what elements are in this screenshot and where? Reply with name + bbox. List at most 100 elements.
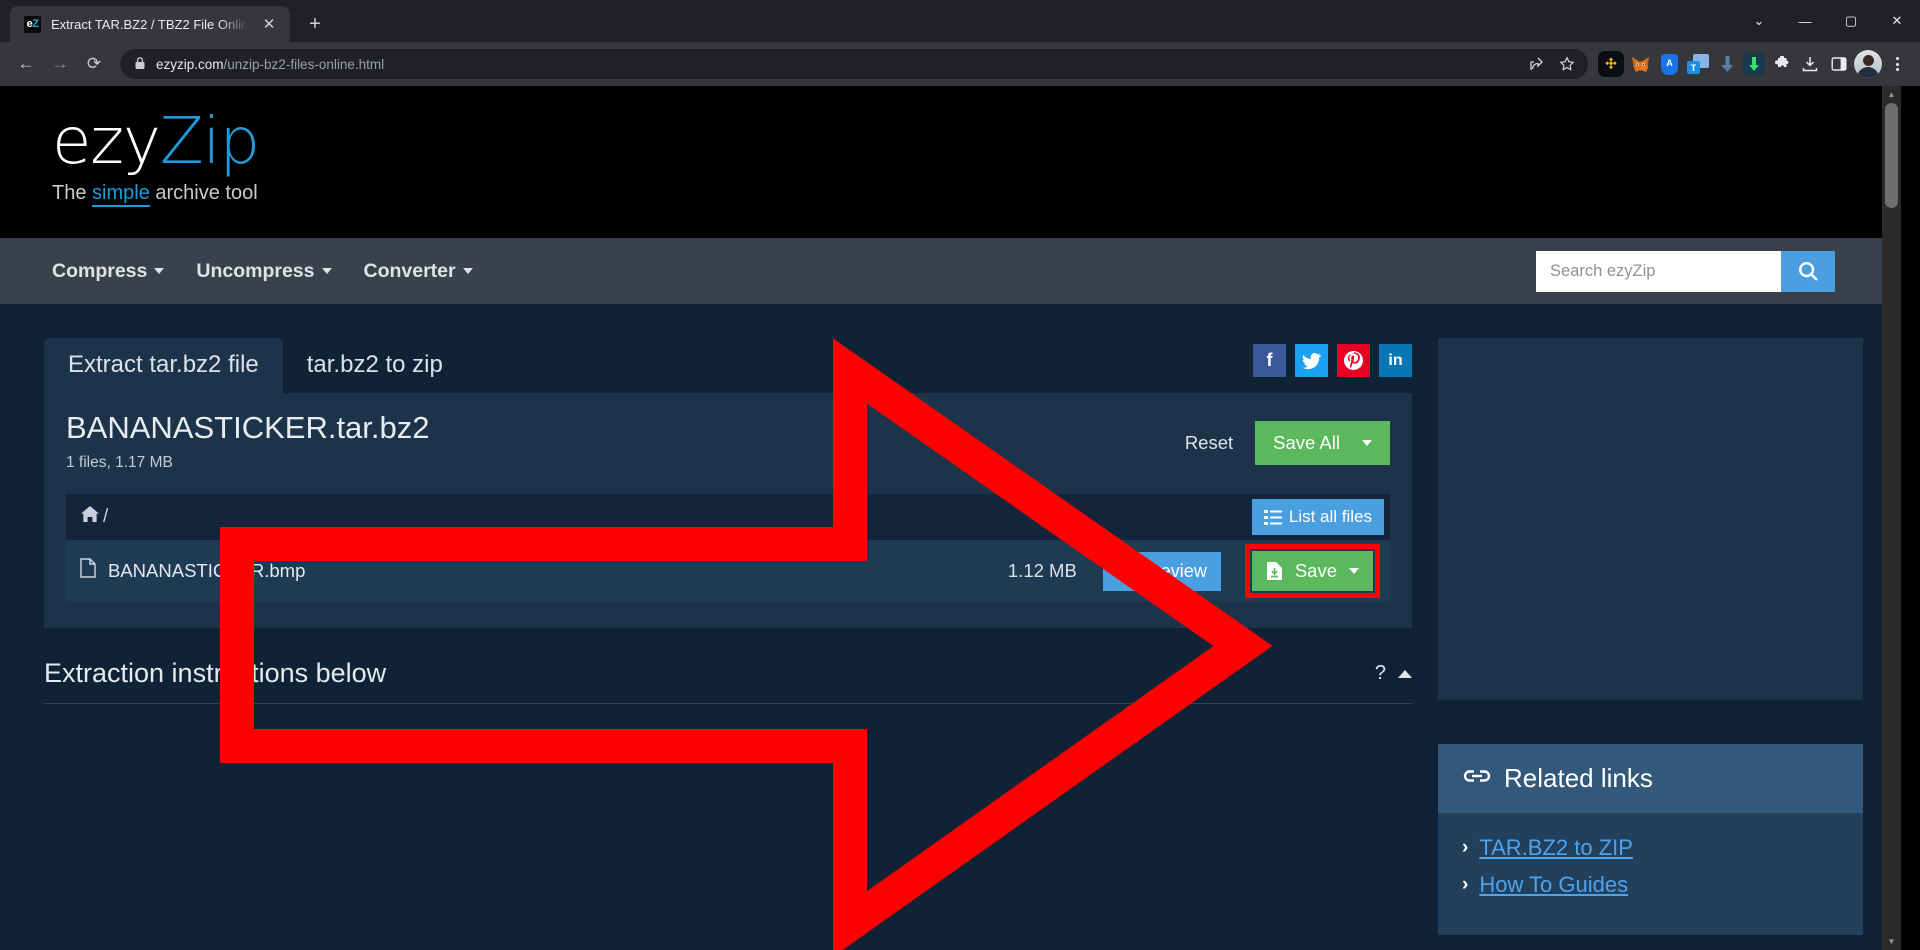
scroll-down-arrow[interactable]: ▼ (1882, 933, 1901, 950)
chrome-menu-chevron-icon[interactable]: ⌄ (1736, 0, 1782, 42)
doc-t-badge: T (1687, 54, 1709, 74)
forward-button[interactable]: → (44, 48, 76, 80)
lock-icon (134, 56, 146, 73)
nav-label-uncompress: Uncompress (196, 259, 315, 282)
chevron-down-icon (462, 268, 473, 274)
file-size: 1.12 MB (1007, 560, 1077, 582)
window-maximize-button[interactable]: ▢ (1828, 0, 1874, 42)
blue-shield-extension-icon[interactable]: A (1656, 51, 1682, 77)
search-input[interactable] (1536, 250, 1781, 292)
metamask-extension-icon[interactable] (1627, 51, 1653, 77)
page-scrollbar[interactable]: ▲ ▼ (1882, 86, 1901, 950)
archive-actions: Reset Save All (1185, 411, 1390, 465)
help-icon[interactable]: ? (1375, 662, 1386, 685)
window-controls: ⌄ — ▢ ✕ (1736, 0, 1920, 42)
window-minimize-button[interactable]: — (1782, 0, 1828, 42)
scroll-up-arrow[interactable]: ▲ (1882, 86, 1901, 103)
browser-tab[interactable]: eZ Extract TAR.BZ2 / TBZ2 File Onlin ✕ (10, 6, 290, 42)
back-button[interactable]: ← (10, 48, 42, 80)
side-panel-icon[interactable] (1826, 51, 1852, 77)
favicon-letter-z: Z (32, 17, 39, 30)
pinterest-share-icon[interactable] (1337, 344, 1370, 377)
download-green-arrow-icon[interactable] (1743, 53, 1765, 75)
chrome-menu-button[interactable] (1884, 50, 1910, 78)
tab-tarbz2-to-zip[interactable]: tar.bz2 to zip (283, 338, 467, 393)
site-header: ezyZip The simple archive tool (0, 86, 1901, 238)
file-document-icon (80, 558, 96, 584)
share-icon[interactable] (1524, 51, 1550, 77)
instructions-controls: ? (1375, 662, 1412, 685)
save-all-button[interactable]: Save All (1255, 421, 1390, 465)
tab-close-icon[interactable]: ✕ (258, 13, 280, 35)
logo-part-ezy: ezy (52, 105, 161, 179)
bookmark-star-icon[interactable] (1554, 51, 1580, 77)
search-icon (1118, 563, 1134, 579)
save-file-button[interactable]: Save (1251, 551, 1373, 592)
avatar-head (1862, 55, 1874, 66)
save-file-icon (1266, 562, 1282, 581)
save-button-highlight: Save (1244, 544, 1380, 599)
breadcrumb: / List all files (66, 494, 1390, 541)
omnibox-actions (1524, 51, 1580, 77)
scroll-thumb[interactable] (1885, 103, 1898, 208)
related-link-tarbz2-to-zip[interactable]: TAR.BZ2 to ZIP (1479, 835, 1633, 861)
site-logo[interactable]: ezyZip (52, 110, 1901, 174)
reset-button[interactable]: Reset (1185, 432, 1233, 454)
nav-item-compress[interactable]: Compress (52, 260, 165, 283)
list-all-files-button[interactable]: List all files (1251, 499, 1384, 536)
download-blue-arrow-icon[interactable] (1714, 51, 1740, 77)
nav-label-converter: Converter (363, 259, 456, 282)
list-item[interactable]: › How To Guides (1462, 872, 1839, 898)
home-icon[interactable] (80, 505, 100, 529)
downloads-tray-icon[interactable] (1797, 51, 1823, 77)
tab-extract-tarbz2[interactable]: Extract tar.bz2 file (44, 338, 283, 393)
archive-meta: 1 files, 1.17 MB (66, 454, 173, 472)
nav-item-uncompress[interactable]: Uncompress (196, 259, 332, 283)
facebook-share-icon[interactable]: f (1253, 344, 1286, 377)
window-close-button[interactable]: ✕ (1874, 0, 1920, 42)
archive-header: BANANASTICKER.tar.bz2 1 files, 1.17 MB R… (66, 410, 1390, 472)
search-submit-button[interactable] (1781, 250, 1835, 292)
favicon-ezyzip: eZ (24, 15, 41, 33)
chevron-down-icon (1362, 440, 1372, 446)
avatar-body (1857, 67, 1879, 78)
profile-avatar[interactable] (1854, 50, 1882, 78)
tagline-highlight: simple (92, 182, 150, 207)
related-links-title: Related links (1504, 763, 1653, 793)
new-tab-button[interactable]: + (300, 9, 330, 39)
twitter-share-icon[interactable] (1295, 344, 1328, 377)
save-label: Save (1294, 560, 1337, 582)
page-viewport: ezyZip The simple archive tool Compress … (0, 86, 1920, 950)
related-links-body: › TAR.BZ2 to ZIP › How To Guides (1438, 813, 1863, 935)
binance-extension-icon[interactable] (1598, 51, 1624, 77)
site-navbar: Compress Uncompress Converter (0, 238, 1901, 304)
url-text: ezyzip.com/unzip-bz2-files-online.html (156, 57, 384, 72)
list-icon (1263, 509, 1282, 525)
extractor-panel: BANANASTICKER.tar.bz2 1 files, 1.17 MB R… (44, 393, 1412, 629)
tab-strip: eZ Extract TAR.BZ2 / TBZ2 File Onlin ✕ +… (0, 0, 1920, 42)
file-name: BANANASTICKER.bmp (108, 560, 306, 582)
chevron-up-icon[interactable] (1398, 669, 1412, 678)
chevron-down-icon (1349, 568, 1359, 575)
text-doc-extension-icon[interactable]: T (1685, 51, 1711, 77)
doc-t-letter: T (1687, 61, 1700, 74)
archive-filename: BANANASTICKER.tar.bz2 (66, 410, 430, 445)
sidebar-column: Related links › TAR.BZ2 to ZIP › How To … (1438, 338, 1863, 950)
logo-part-zip: Zip (159, 105, 260, 179)
main-column: Extract tar.bz2 file tar.bz2 to zip f in (44, 338, 1412, 950)
nav-item-converter[interactable]: Converter (364, 260, 473, 283)
puzzle-extensions-icon[interactable] (1768, 51, 1794, 77)
instructions-title: Extraction instructions below (44, 658, 387, 689)
chevron-down-icon (154, 268, 165, 274)
list-item[interactable]: › TAR.BZ2 to ZIP (1462, 835, 1839, 861)
preview-button[interactable]: Preview (1102, 551, 1221, 591)
list-all-files-label: List all files (1288, 507, 1372, 527)
linkedin-share-icon[interactable]: in (1379, 344, 1412, 377)
content-tabs: Extract tar.bz2 file tar.bz2 to zip f in (44, 338, 1412, 393)
related-link-how-to-guides[interactable]: How To Guides (1479, 872, 1628, 898)
ad-placeholder (1438, 338, 1863, 700)
web-page: ezyZip The simple archive tool Compress … (0, 86, 1901, 950)
related-links-header: Related links (1438, 744, 1863, 813)
reload-button[interactable]: ⟳ (78, 48, 110, 80)
address-bar[interactable]: ezyzip.com/unzip-bz2-files-online.html (120, 49, 1588, 79)
